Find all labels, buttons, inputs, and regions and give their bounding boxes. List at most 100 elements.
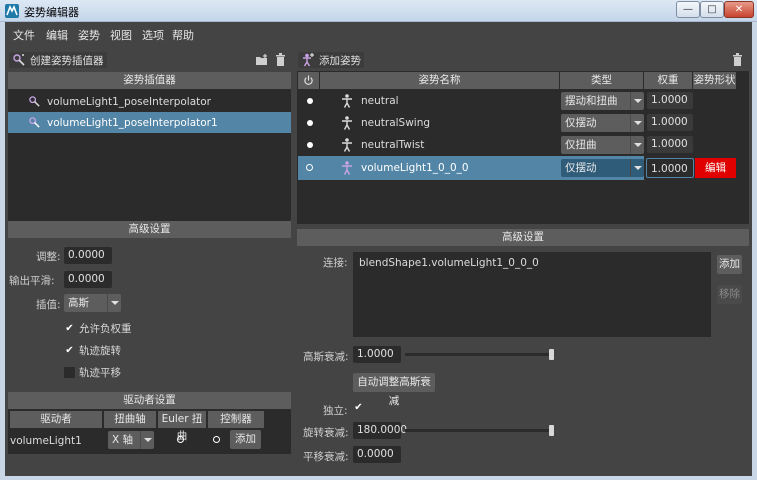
edit-pose-shape-button[interactable]: 编辑 <box>695 158 736 178</box>
pose-interpolator-icon <box>13 54 25 66</box>
pose-name: neutralTwist <box>361 139 425 151</box>
chevron-down-icon <box>630 92 644 110</box>
pose-name: volumeLight1_0_0_0 <box>361 162 469 174</box>
track-rotation-checkbox[interactable]: ✔ 轨迹旋转 <box>64 343 121 358</box>
table-row[interactable]: neutral 摆动和扭曲 1.0000 <box>297 90 749 112</box>
menu-bar: 文件 编辑 姿势 视图 选项 帮助 <box>5 22 752 44</box>
table-row[interactable]: neutralTwist 仅扭曲 1.0000 <box>297 134 749 156</box>
twist-axis-dropdown[interactable]: X 轴 <box>108 431 154 449</box>
pose-interpolator-icon <box>29 117 40 128</box>
smooth-field[interactable]: 0.0000 <box>64 271 112 288</box>
add-pose-button[interactable]: 添加姿势 <box>298 52 364 68</box>
menu-view[interactable]: 视图 <box>110 27 132 43</box>
menu-help[interactable]: 帮助 <box>172 27 194 43</box>
track-translation-label: 轨迹平移 <box>79 367 121 379</box>
title-bar: 姿势编辑器 — □ ✕ <box>0 0 757 22</box>
col-pose-shape: 姿势形状 <box>693 72 736 89</box>
connect-label: 连接: <box>323 257 348 269</box>
maximize-button[interactable]: □ <box>700 1 724 18</box>
interpolator-name: volumeLight1_poseInterpolator <box>47 95 211 108</box>
euler-twist-radio[interactable] <box>177 436 184 443</box>
rotation-falloff-field[interactable]: 180.0000 <box>353 422 407 439</box>
twist-axis-value: X 轴 <box>112 434 134 446</box>
pose-weight-field[interactable]: 1.0000 <box>647 136 693 153</box>
interpolator-list-header: 姿势插值器 <box>8 72 291 89</box>
remove-connection-button[interactable]: 移除 <box>717 285 742 304</box>
pose-editor-window: 文件 编辑 姿势 视图 选项 帮助 创建姿势插值器 姿势插值器 volumeLi… <box>0 22 757 480</box>
driver-table: 驱动者 扭曲轴 Euler 扭曲 控制器 volumeLight1 X 轴 添加 <box>8 409 291 454</box>
gauss-falloff-label: 高斯衰减: <box>303 351 349 363</box>
pose-person-icon <box>342 161 352 175</box>
enabled-dot[interactable] <box>307 142 313 148</box>
allow-negative-checkbox[interactable]: ✔ 允许负权重 <box>64 321 131 336</box>
add-pose-label: 添加姿势 <box>319 54 361 67</box>
pose-type-value: 仅摆动 <box>565 117 597 129</box>
interpolation-dropdown[interactable]: 高斯 <box>64 294 121 312</box>
table-row[interactable]: neutralSwing 仅摆动 1.0000 <box>297 112 749 134</box>
pose-type-dropdown[interactable]: 摆动和扭曲 <box>561 92 644 110</box>
pose-type-dropdown[interactable]: 仅扭曲 <box>561 136 644 154</box>
connection-item[interactable]: blendShape1.volumeLight1_0_0_0 <box>359 257 539 269</box>
menu-pose[interactable]: 姿势 <box>78 27 100 43</box>
left-advanced-header: 高级设置 <box>8 221 291 238</box>
gauss-falloff-slider[interactable] <box>405 353 553 356</box>
menu-file[interactable]: 文件 <box>13 27 35 43</box>
independent-label: 独立: <box>323 405 348 417</box>
interpolation-value: 高斯 <box>68 297 89 309</box>
new-folder-icon[interactable] <box>255 54 269 66</box>
maya-app-icon <box>5 4 19 18</box>
interpolator-name: volumeLight1_poseInterpolator1 <box>47 116 218 129</box>
pose-weight-field[interactable]: 1.0000 <box>647 92 693 109</box>
table-row-selected[interactable]: volumeLight1_0_0_0 仅摆动 1.0000 编辑 <box>297 156 749 180</box>
pose-weight-field[interactable]: 1.0000 <box>647 114 693 131</box>
independent-checkbox[interactable]: ✔ <box>353 402 364 413</box>
create-interpolator-button[interactable]: 创建姿势插值器 <box>9 52 107 68</box>
add-connection-button[interactable]: 添加 <box>717 255 742 274</box>
adjust-field[interactable]: 0.0000 <box>64 247 112 264</box>
gauss-falloff-field[interactable]: 1.0000 <box>353 346 401 363</box>
add-controller-button[interactable]: 添加 <box>230 430 261 449</box>
auto-gauss-button[interactable]: 自动调整高斯衰减 <box>353 373 435 407</box>
pose-type-dropdown[interactable]: 仅摆动 <box>561 159 644 177</box>
interpolation-label: 插值: <box>36 299 61 311</box>
list-item[interactable]: volumeLight1_poseInterpolator <box>8 91 291 112</box>
close-button[interactable]: ✕ <box>724 1 754 18</box>
menu-edit[interactable]: 编辑 <box>46 27 68 43</box>
rotation-falloff-slider-handle[interactable] <box>549 425 554 436</box>
controller-radio[interactable] <box>213 436 220 443</box>
pose-name: neutralSwing <box>361 117 431 129</box>
delete-pose-icon[interactable] <box>732 53 743 66</box>
gauss-falloff-slider-handle[interactable] <box>549 349 554 360</box>
col-controller: 控制器 <box>208 411 264 428</box>
pose-weight-field[interactable]: 1.0000 <box>646 158 694 178</box>
check-icon: ✔ <box>354 402 363 413</box>
smooth-label: 输出平滑: <box>9 275 55 287</box>
chevron-down-icon <box>140 431 154 449</box>
chevron-down-icon <box>630 159 644 177</box>
list-item[interactable]: volumeLight1_poseInterpolator1 <box>8 112 291 133</box>
pose-table: 姿势名称 类型 权重 姿势形状 neutral 摆动和扭曲 1.0000 neu… <box>297 71 749 224</box>
track-translation-checkbox[interactable]: 轨迹平移 <box>64 365 121 380</box>
pose-interpolator-icon <box>29 96 40 107</box>
enabled-dot[interactable] <box>307 98 313 104</box>
menu-options[interactable]: 选项 <box>142 27 164 43</box>
col-pose-name: 姿势名称 <box>320 72 559 89</box>
col-type: 类型 <box>560 72 643 89</box>
delete-icon[interactable] <box>275 53 286 66</box>
enabled-dot[interactable] <box>307 120 313 126</box>
connection-list[interactable]: blendShape1.volumeLight1_0_0_0 <box>353 252 711 337</box>
enabled-dot[interactable] <box>306 164 313 171</box>
col-euler-twist: Euler 扭曲 <box>158 411 206 442</box>
minimize-button[interactable]: — <box>676 1 700 18</box>
right-advanced-header: 高级设置 <box>297 229 749 246</box>
create-interpolator-label: 创建姿势插值器 <box>30 54 104 67</box>
col-enabled <box>298 72 319 89</box>
check-icon: ✔ <box>65 323 74 334</box>
rotation-falloff-slider[interactable] <box>405 429 553 432</box>
pose-type-dropdown[interactable]: 仅摆动 <box>561 114 644 132</box>
driver-settings-header: 驱动者设置 <box>8 392 291 409</box>
pose-type-value: 仅摆动 <box>565 162 597 174</box>
translation-falloff-field[interactable]: 0.0000 <box>353 446 401 463</box>
check-icon: ✔ <box>65 345 74 356</box>
adjust-label: 调整: <box>36 251 61 263</box>
